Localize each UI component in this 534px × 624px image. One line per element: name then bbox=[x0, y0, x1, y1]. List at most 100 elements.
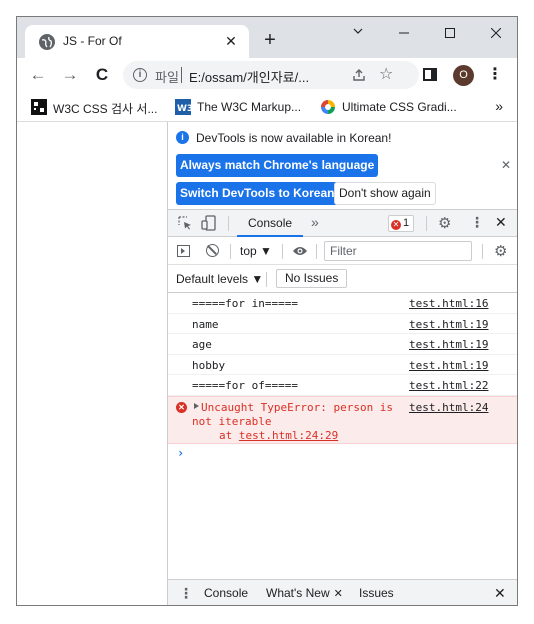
address-origin: 파일 bbox=[155, 70, 179, 85]
tab-title: JS - For Of bbox=[63, 34, 122, 48]
console-filter-input[interactable]: Filter bbox=[324, 241, 472, 261]
devtools-panel: i DevTools is now available in Korean! ✕… bbox=[167, 122, 517, 605]
bookmark-w3c-css[interactable]: W3C CSS 검사 서... bbox=[31, 98, 165, 116]
stack-at-label: at bbox=[219, 428, 233, 442]
error-count: 1 bbox=[403, 217, 410, 229]
tab-console[interactable]: Console bbox=[237, 210, 304, 237]
chrome-menu-icon[interactable]: ⋮ bbox=[487, 66, 503, 86]
back-arrow-icon[interactable]: ← bbox=[27, 64, 49, 86]
log-text: name bbox=[192, 317, 219, 331]
console-output: =====for in===== test.html:16 name test.… bbox=[168, 293, 517, 579]
inspect-element-icon[interactable] bbox=[178, 216, 192, 230]
bookmark-label: The W3C Markup... bbox=[197, 100, 302, 114]
log-text: =====for in===== bbox=[192, 297, 298, 310]
log-levels-dropdown[interactable]: Default levels ▼ bbox=[176, 272, 263, 286]
more-tabs-icon[interactable]: » bbox=[311, 214, 319, 230]
error-icon: ✕ bbox=[391, 220, 401, 230]
log-source-link[interactable]: test.html:22 bbox=[409, 379, 488, 392]
expand-triangle-icon[interactable] bbox=[194, 402, 199, 409]
divider bbox=[482, 244, 483, 259]
bookmarks-bar: W3C CSS 검사 서... W3 The W3C Markup... Ult… bbox=[17, 92, 517, 122]
divider bbox=[230, 244, 231, 259]
browser-toolbar: ← → C i 파일 E:/ossam/개인자료/... ☆ O ⋮ bbox=[17, 58, 517, 92]
side-panel-icon[interactable] bbox=[423, 68, 437, 81]
site-info-icon[interactable]: i bbox=[133, 68, 147, 82]
console-log-row: =====for in===== test.html:16 bbox=[168, 293, 517, 314]
bookmark-w3c-markup[interactable]: W3 The W3C Markup... bbox=[175, 98, 309, 116]
dont-show-again-button[interactable]: Don't show again bbox=[334, 182, 436, 205]
drawer-tab-close-icon[interactable]: ✕ bbox=[334, 588, 343, 600]
profile-avatar[interactable]: O bbox=[453, 65, 474, 86]
browser-tab[interactable]: JS - For Of ✕ bbox=[25, 25, 249, 58]
live-expression-eye-icon[interactable] bbox=[292, 245, 308, 257]
infobar-close-icon[interactable]: ✕ bbox=[501, 158, 511, 172]
console-prompt[interactable]: › bbox=[168, 444, 517, 462]
log-source-link[interactable]: test.html:19 bbox=[409, 359, 488, 372]
close-window-button[interactable] bbox=[473, 19, 517, 47]
console-log-row: hobby test.html:19 bbox=[168, 355, 517, 375]
console-error-row: ✕ Uncaught TypeError: person is not iter… bbox=[168, 395, 517, 444]
maximize-button[interactable] bbox=[427, 19, 473, 47]
new-tab-button[interactable]: + bbox=[260, 30, 280, 50]
address-bar[interactable]: i 파일 E:/ossam/개인자료/... ☆ bbox=[123, 61, 419, 89]
tab-search-icon[interactable] bbox=[335, 19, 381, 47]
console-levels-bar: Default levels ▼ No Issues bbox=[168, 265, 517, 293]
svg-text:W3: W3 bbox=[177, 104, 191, 114]
console-log-row: name test.html:19 bbox=[168, 314, 517, 334]
log-source-link[interactable]: test.html:19 bbox=[409, 318, 488, 331]
prompt-chevron-icon: › bbox=[177, 445, 185, 460]
browser-window: JS - For Of ✕ + ← → C i 파일 E:/ossam/개인자료… bbox=[16, 16, 518, 606]
error-count-badge[interactable]: ✕ 1 bbox=[388, 215, 415, 232]
page-viewport bbox=[17, 122, 167, 605]
console-settings-gear-icon[interactable]: ⚙ bbox=[494, 242, 507, 260]
bookmarks-overflow-icon[interactable]: » bbox=[495, 98, 503, 114]
clear-console-icon[interactable] bbox=[206, 244, 219, 257]
divider bbox=[316, 244, 317, 259]
share-icon[interactable] bbox=[351, 67, 367, 83]
bookmark-star-icon[interactable]: ☆ bbox=[379, 64, 393, 84]
w3c-favicon-icon: W3 bbox=[175, 99, 193, 115]
stack-location-link[interactable]: test.html:24:29 bbox=[239, 429, 338, 442]
console-log-row: =====for of===== test.html:22 bbox=[168, 375, 517, 396]
error-stack: at test.html:24:29 bbox=[192, 429, 338, 442]
settings-gear-icon[interactable]: ⚙ bbox=[438, 214, 451, 232]
devtools-tab-bar: Console » ✕ 1 ⚙ ⋮ ✕ bbox=[168, 210, 517, 237]
forward-arrow-icon[interactable]: → bbox=[59, 64, 81, 86]
close-drawer-icon[interactable]: ✕ bbox=[494, 585, 506, 602]
error-icon: ✕ bbox=[176, 401, 187, 413]
bookmark-label: Ultimate CSS Gradi... bbox=[342, 100, 457, 114]
devtools-drawer: ⋮ Console What's New ✕ Issues ✕ bbox=[168, 579, 517, 605]
w3c-css-favicon-icon bbox=[31, 99, 47, 115]
bookmark-css-gradient[interactable]: Ultimate CSS Gradi... bbox=[320, 98, 470, 116]
reload-icon[interactable]: C bbox=[91, 64, 113, 86]
log-source-link[interactable]: test.html:16 bbox=[409, 297, 488, 310]
drawer-tab-label: What's New bbox=[266, 586, 330, 600]
drawer-tab-issues[interactable]: Issues bbox=[359, 580, 394, 605]
drawer-tab-whats-new[interactable]: What's New ✕ bbox=[260, 580, 349, 605]
drawer-tab-console[interactable]: Console bbox=[204, 580, 248, 605]
address-url[interactable]: E:/ossam/개인자료/... bbox=[189, 67, 309, 86]
console-toolbar: top ▼ Filter ⚙ bbox=[168, 237, 517, 265]
drawer-menu-icon[interactable]: ⋮ bbox=[179, 585, 193, 602]
issues-button[interactable]: No Issues bbox=[276, 269, 348, 288]
match-language-button[interactable]: Always match Chrome's language bbox=[176, 154, 379, 177]
device-toolbar-icon[interactable] bbox=[201, 215, 217, 231]
globe-icon bbox=[39, 34, 55, 50]
close-devtools-icon[interactable]: ✕ bbox=[495, 214, 507, 231]
tab-close-icon[interactable]: ✕ bbox=[223, 33, 239, 49]
address-divider bbox=[181, 67, 182, 83]
switch-korean-button[interactable]: Switch DevTools to Korean bbox=[176, 182, 339, 205]
log-source-link[interactable]: test.html:19 bbox=[409, 338, 488, 351]
context-selector[interactable]: top ▼ bbox=[240, 244, 272, 258]
minimize-button[interactable] bbox=[381, 19, 427, 47]
divider bbox=[282, 244, 283, 259]
language-infobar: i DevTools is now available in Korean! ✕… bbox=[168, 122, 517, 210]
console-log-row: age test.html:19 bbox=[168, 334, 517, 355]
devtools-menu-icon[interactable]: ⋮ bbox=[470, 214, 484, 231]
error-source-link[interactable]: test.html:24 bbox=[409, 401, 488, 414]
divider bbox=[266, 272, 267, 287]
infobar-message: DevTools is now available in Korean! bbox=[196, 131, 392, 145]
log-text: =====for of===== bbox=[192, 379, 298, 392]
divider bbox=[426, 216, 427, 231]
console-sidebar-icon[interactable] bbox=[177, 245, 190, 257]
